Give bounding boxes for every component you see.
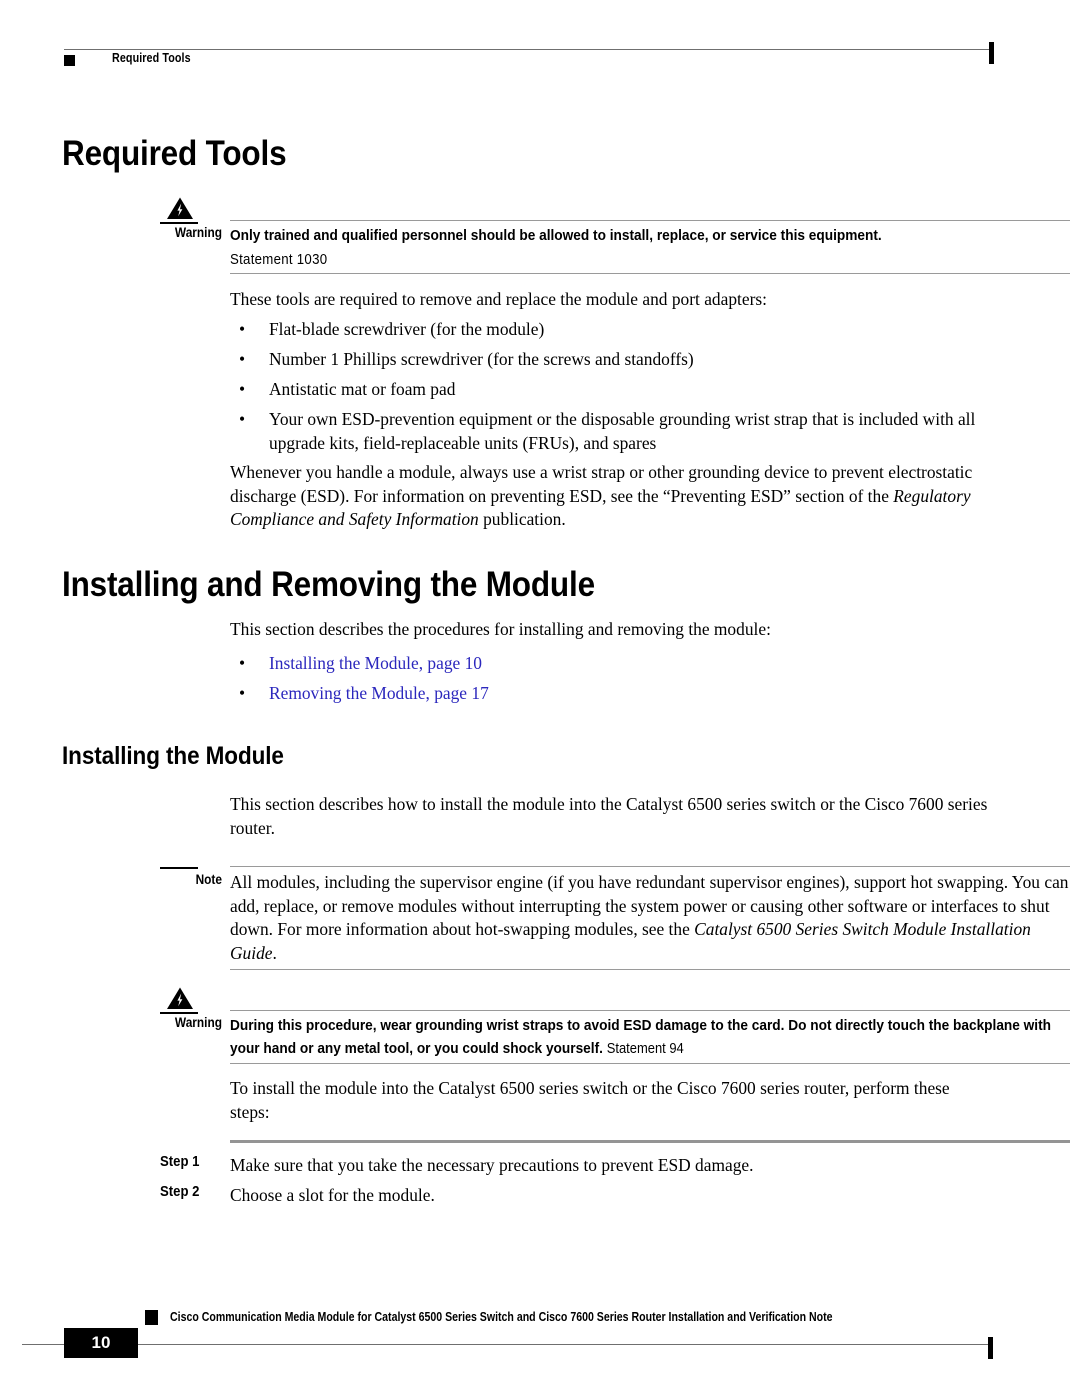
warning-statement: Statement 1030 [230,252,328,268]
page-title: Required Tools [62,134,287,173]
warning-text: Only trained and qualified personnel sho… [230,227,882,244]
installing-module-intro: This section describes how to install th… [230,794,988,838]
note-label: Note [195,872,222,887]
footer-rule [22,1344,992,1345]
step-row: Step 2 Choose a slot for the module. [152,1184,992,1214]
bullet-icon: • [239,409,246,430]
list-item: • Number 1 Phillips screwdriver (for the… [230,348,992,372]
procedure-intro: To install the module into the Catalyst … [230,1078,950,1122]
list-item-label: Your own ESD-prevention equipment or the… [269,409,976,453]
warning-body: During this procedure, wear grounding wr… [230,1014,1070,1061]
note-body: All modules, including the supervisor en… [230,871,1070,965]
warning-triangle-icon [166,986,194,1010]
step-row: Step 1 Make sure that you take the neces… [152,1154,992,1184]
warning-rule-top [230,220,1070,221]
filled-square-icon [64,55,75,66]
steps-rule [230,1140,1070,1143]
link-removing-the-module[interactable]: Removing the Module, page 17 [269,683,489,703]
step-text: Choose a slot for the module. [230,1185,435,1205]
page-footer [0,1315,1080,1385]
warning-label-rule [160,1012,198,1014]
bullet-icon: • [239,349,246,370]
filled-square-icon [145,1310,158,1325]
step-label: Step 2 [160,1184,200,1200]
bullet-icon: • [239,683,246,704]
link-installing-the-module[interactable]: Installing the Module, page 10 [269,653,482,673]
note-rule-bottom [230,969,1070,970]
warning-rule-bottom [230,273,1070,274]
warning-rule-top [230,1010,1070,1011]
warning-statement: Statement 94 [606,1041,684,1057]
warning-label: Warning [174,225,222,240]
running-head-label: Required Tools [112,51,191,65]
list-item: • Installing the Module, page 10 [230,652,992,676]
section-links-list: • Installing the Module, page 10 • Remov… [230,652,992,712]
page-number: 10 [91,1333,111,1352]
note-text-part2: . [272,942,277,963]
list-item-label: Flat-blade screwdriver (for the module) [269,319,545,339]
warning-text: During this procedure, wear grounding wr… [230,1014,1069,1061]
note-text: All modules, including the supervisor en… [230,871,1070,965]
bullet-icon: • [239,319,246,339]
esd-paragraph-part2: publication. [478,509,566,530]
list-item-label: Number 1 Phillips screwdriver (for the s… [269,349,694,370]
step-text: Make sure that you take the necessary pr… [230,1155,754,1175]
note-label-rule [160,867,198,869]
list-item: • Your own ESD-prevention equipment or t… [230,408,992,455]
list-item: • Flat-blade screwdriver (for the module… [230,318,992,342]
required-tools-list: • Flat-blade screwdriver (for the module… [230,318,992,462]
warning-body: Only trained and qualified personnel sho… [230,224,1070,271]
warning-label-rule [160,222,198,224]
required-tools-intro: These tools are required to remove and r… [230,289,767,309]
bullet-icon: • [239,379,246,400]
warning-label: Warning [174,1015,222,1030]
warning-rule-bottom [230,1063,1070,1064]
note-rule-top [230,866,1070,867]
change-bar-marker-icon [989,42,994,64]
esd-paragraph-part1: Whenever you handle a module, always use… [230,462,973,506]
running-head-rule [64,49,992,50]
subsection-heading-installing-module: Installing the Module [62,742,284,770]
change-bar-marker-icon [988,1337,993,1359]
warning-triangle-icon [166,196,194,220]
list-item: • Antistatic mat or foam pad [230,378,992,402]
esd-paragraph: Whenever you handle a module, always use… [230,461,992,532]
section-heading-installing-removing: Installing and Removing the Module [62,565,595,604]
running-head: Required Tools [64,42,994,74]
list-item: • Removing the Module, page 17 [230,682,992,706]
list-item-label: Antistatic mat or foam pad [269,379,456,400]
installing-removing-intro: This section describes the procedures fo… [230,619,771,639]
document-page: Required Tools Required Tools Warning On… [0,0,1080,1397]
footer-document-title: Cisco Communication Media Module for Cat… [170,1310,833,1324]
step-label: Step 1 [160,1154,200,1170]
bullet-icon: • [239,653,246,673]
